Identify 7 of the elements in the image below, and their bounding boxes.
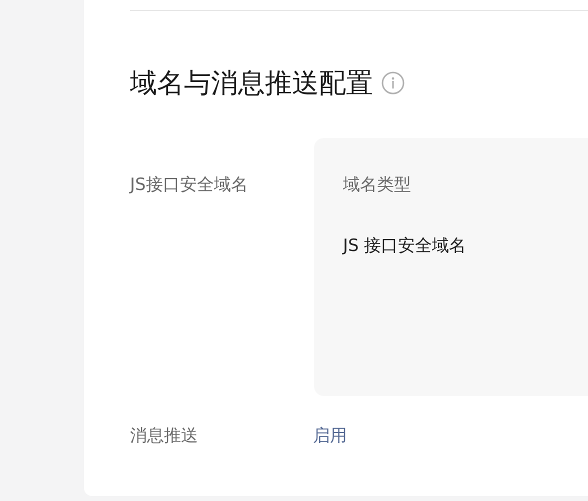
info-icon[interactable] [381,71,405,95]
field-label: 消息推送 [130,425,199,447]
table-cell-text: JS 接口安全域名 [343,235,466,257]
column-header: 域名类型 [343,174,411,196]
section-title: 域名与消息推送配置 [130,67,373,101]
enable-link[interactable]: 启用 [313,424,347,447]
field-label: JS接口安全域名 [130,174,249,197]
